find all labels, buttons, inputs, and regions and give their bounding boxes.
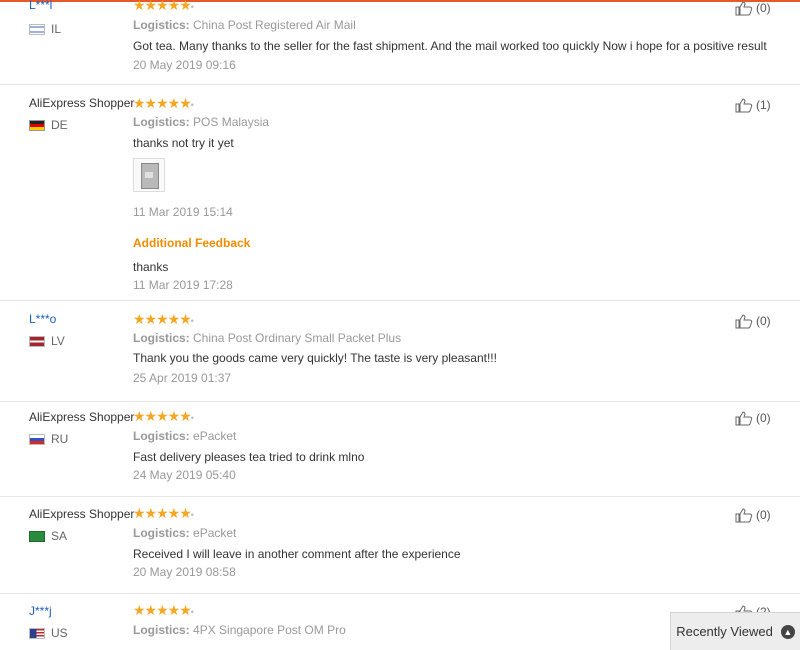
reviewer-country: IL bbox=[29, 22, 61, 36]
star-icon: ★★★★★ bbox=[133, 95, 192, 111]
logistics-info: Logistics: ePacket bbox=[133, 526, 236, 540]
review-photo-thumbnail[interactable] bbox=[133, 158, 165, 192]
star-rating: ★★★★★• bbox=[133, 408, 194, 424]
reviewer-name[interactable]: L***o bbox=[29, 312, 56, 326]
country-code: DE bbox=[51, 118, 68, 132]
logistics-value: 4PX Singapore Post OM Pro bbox=[193, 623, 346, 637]
flag-sa-icon bbox=[29, 530, 45, 542]
star-rating: ★★★★★• bbox=[133, 602, 194, 618]
like-count: (0) bbox=[756, 411, 771, 425]
logistics-info: Logistics: ePacket bbox=[133, 429, 236, 443]
flag-il-icon bbox=[29, 23, 45, 35]
country-code: US bbox=[51, 626, 68, 640]
like-count: (0) bbox=[756, 1, 771, 15]
logistics-label: Logistics: bbox=[133, 623, 190, 637]
flag-ru-icon bbox=[29, 433, 45, 445]
country-code: IL bbox=[51, 22, 62, 36]
additional-feedback-date: 11 Mar 2019 17:28 bbox=[133, 278, 233, 292]
review-date: 25 Apr 2019 01:37 bbox=[133, 371, 232, 385]
review-comment: thanks not try it yet bbox=[133, 136, 234, 150]
thumbs-up-icon bbox=[735, 508, 753, 523]
reviewer-name[interactable]: J***j bbox=[29, 604, 52, 618]
like-button[interactable]: (0) bbox=[735, 313, 771, 329]
flag-us-icon bbox=[29, 627, 45, 639]
review-item: AliExpress Shopper SA ★★★★★• Logistics: … bbox=[0, 497, 800, 594]
reviewer-country: RU bbox=[29, 432, 68, 446]
like-count: (1) bbox=[756, 98, 771, 112]
thumbs-up-icon bbox=[735, 98, 753, 113]
reviewer-country: DE bbox=[29, 118, 68, 132]
star-icon: ★★★★★ bbox=[133, 408, 192, 424]
chevron-up-icon: ▲ bbox=[780, 624, 795, 639]
reviewer-name[interactable]: L***l bbox=[29, 0, 52, 12]
country-code: LV bbox=[51, 334, 65, 348]
reviewer-name: AliExpress Shopper bbox=[29, 410, 135, 424]
logistics-label: Logistics: bbox=[133, 429, 190, 443]
star-icon: ★★★★★ bbox=[133, 311, 192, 327]
thumbs-up-icon bbox=[735, 1, 753, 16]
star-rating: ★★★★★• bbox=[133, 95, 194, 111]
logistics-info: Logistics: POS Malaysia bbox=[133, 115, 269, 129]
thumbs-up-icon bbox=[735, 411, 753, 426]
review-date: 20 May 2019 09:16 bbox=[133, 58, 236, 72]
country-code: SA bbox=[51, 529, 68, 543]
recently-viewed-button[interactable]: Recently Viewed ▲ bbox=[670, 612, 800, 650]
like-button[interactable]: (0) bbox=[735, 507, 771, 523]
reviewer-country: SA bbox=[29, 529, 67, 543]
logistics-value: ePacket bbox=[193, 429, 237, 443]
review-comment: Got tea. Many thanks to the seller for t… bbox=[133, 39, 767, 53]
logistics-info: Logistics: 4PX Singapore Post OM Pro bbox=[133, 623, 346, 637]
logistics-info: Logistics: China Post Ordinary Small Pac… bbox=[133, 331, 401, 345]
star-rating: ★★★★★• bbox=[133, 505, 194, 521]
logistics-value: POS Malaysia bbox=[193, 115, 270, 129]
logistics-info: Logistics: China Post Registered Air Mai… bbox=[133, 18, 356, 32]
thumbs-up-icon bbox=[735, 314, 753, 329]
review-comment: Received I will leave in another comment… bbox=[133, 547, 461, 561]
logistics-label: Logistics: bbox=[133, 18, 190, 32]
like-button[interactable]: (1) bbox=[735, 97, 771, 113]
review-item: L***o LV ★★★★★• Logistics: China Post Or… bbox=[0, 301, 800, 402]
star-icon: ★★★★★ bbox=[133, 505, 192, 521]
logistics-label: Logistics: bbox=[133, 115, 190, 129]
like-count: (0) bbox=[756, 314, 771, 328]
review-comment: Fast delivery pleases tea tried to drink… bbox=[133, 450, 365, 464]
flag-lv-icon bbox=[29, 335, 45, 347]
review-item: AliExpress Shopper RU ★★★★★• Logistics: … bbox=[0, 402, 800, 497]
reviewer-country: US bbox=[29, 626, 68, 640]
like-count: (0) bbox=[756, 508, 771, 522]
star-icon: ★★★★★ bbox=[133, 0, 192, 13]
logistics-value: China Post Registered Air Mail bbox=[193, 18, 356, 32]
country-code: RU bbox=[51, 432, 69, 446]
like-button[interactable]: (0) bbox=[735, 0, 771, 16]
flag-de-icon bbox=[29, 119, 45, 131]
reviewer-name: AliExpress Shopper bbox=[29, 507, 135, 521]
review-date: 11 Mar 2019 15:14 bbox=[133, 205, 233, 219]
like-button[interactable]: (0) bbox=[735, 410, 771, 426]
logistics-label: Logistics: bbox=[133, 526, 190, 540]
review-date: 20 May 2019 08:58 bbox=[133, 565, 236, 579]
review-comment: Thank you the goods came very quickly! T… bbox=[133, 351, 497, 365]
reviewer-name: AliExpress Shopper bbox=[29, 96, 135, 110]
star-rating: ★★★★★• bbox=[133, 311, 194, 327]
logistics-label: Logistics: bbox=[133, 331, 190, 345]
review-date: 24 May 2019 05:40 bbox=[133, 468, 236, 482]
star-rating: ★★★★★• bbox=[133, 0, 194, 14]
review-item: L***l IL ★★★★★• Logistics: China Post Re… bbox=[0, 0, 800, 85]
logistics-value: ePacket bbox=[193, 526, 237, 540]
reviewer-country: LV bbox=[29, 334, 65, 348]
recently-viewed-label: Recently Viewed bbox=[676, 624, 773, 639]
additional-feedback-comment: thanks bbox=[133, 260, 169, 274]
review-item: AliExpress Shopper DE ★★★★★• Logistics: … bbox=[0, 85, 800, 301]
additional-feedback-title: Additional Feedback bbox=[133, 236, 251, 250]
logistics-value: China Post Ordinary Small Packet Plus bbox=[193, 331, 402, 345]
star-icon: ★★★★★ bbox=[133, 602, 192, 618]
package-image bbox=[141, 163, 159, 189]
